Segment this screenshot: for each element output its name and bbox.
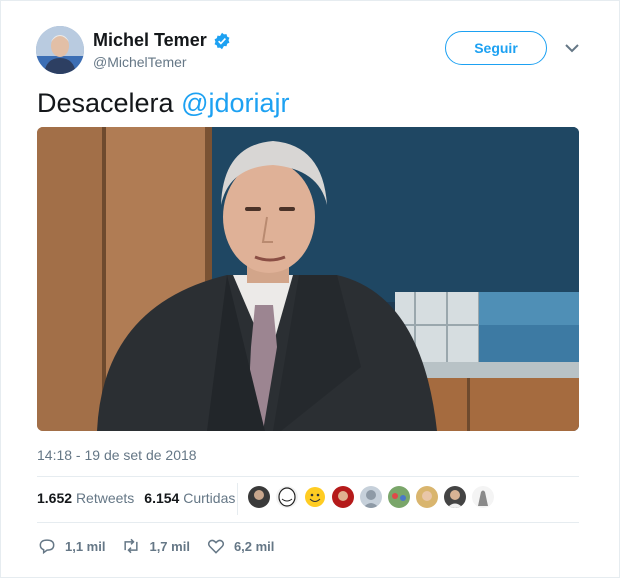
chevron-down-icon[interactable] — [564, 42, 580, 54]
heart-icon — [207, 539, 224, 554]
avatar[interactable] — [36, 26, 84, 74]
liker-avatar[interactable] — [472, 486, 494, 508]
liker-avatar[interactable] — [332, 486, 354, 508]
tweet-text: Desacelera @jdoriajr — [37, 88, 290, 119]
tweet-timestamp[interactable]: 14:18 - 19 de set de 2018 — [37, 447, 197, 463]
author-handle[interactable]: @MichelTemer — [93, 54, 187, 70]
liker-avatar[interactable] — [360, 486, 382, 508]
retweet-count: 1,7 mil — [149, 538, 190, 554]
tweet-actions: 1,1 mil 1,7 mil 6,2 mil — [37, 536, 290, 556]
likes-stat[interactable]: 6.154 Curtidas — [144, 490, 235, 506]
reply-count: 1,1 mil — [65, 538, 106, 554]
liker-avatar[interactable] — [388, 486, 410, 508]
reply-button[interactable]: 1,1 mil — [37, 536, 105, 556]
liker-avatar[interactable] — [276, 486, 298, 508]
stats-divider — [237, 483, 238, 515]
author-name[interactable]: Michel Temer — [93, 30, 207, 51]
mention-link[interactable]: @jdoriajr — [181, 88, 289, 118]
liker-avatar[interactable] — [444, 486, 466, 508]
follow-button[interactable]: Seguir — [445, 31, 547, 65]
tweet-media[interactable] — [37, 127, 579, 431]
like-button[interactable]: 6,2 mil — [206, 536, 274, 556]
liker-avatar[interactable] — [304, 486, 326, 508]
verified-badge-icon — [214, 32, 230, 49]
liker-avatar[interactable] — [248, 486, 270, 508]
tweet-stats: 1.652 Retweets 6.154 Curtidas — [37, 490, 235, 506]
retweet-button[interactable]: 1,7 mil — [121, 536, 190, 556]
media-video-still — [37, 127, 579, 431]
like-count: 6,2 mil — [233, 538, 275, 554]
liker-avatar[interactable] — [416, 486, 438, 508]
likers-avatars — [248, 486, 494, 508]
divider — [37, 522, 579, 523]
retweets-stat[interactable]: 1.652 Retweets — [37, 490, 134, 506]
retweet-icon — [124, 538, 139, 554]
reply-icon — [39, 539, 55, 555]
divider — [37, 476, 579, 477]
tweet-body: Desacelera — [37, 88, 182, 118]
